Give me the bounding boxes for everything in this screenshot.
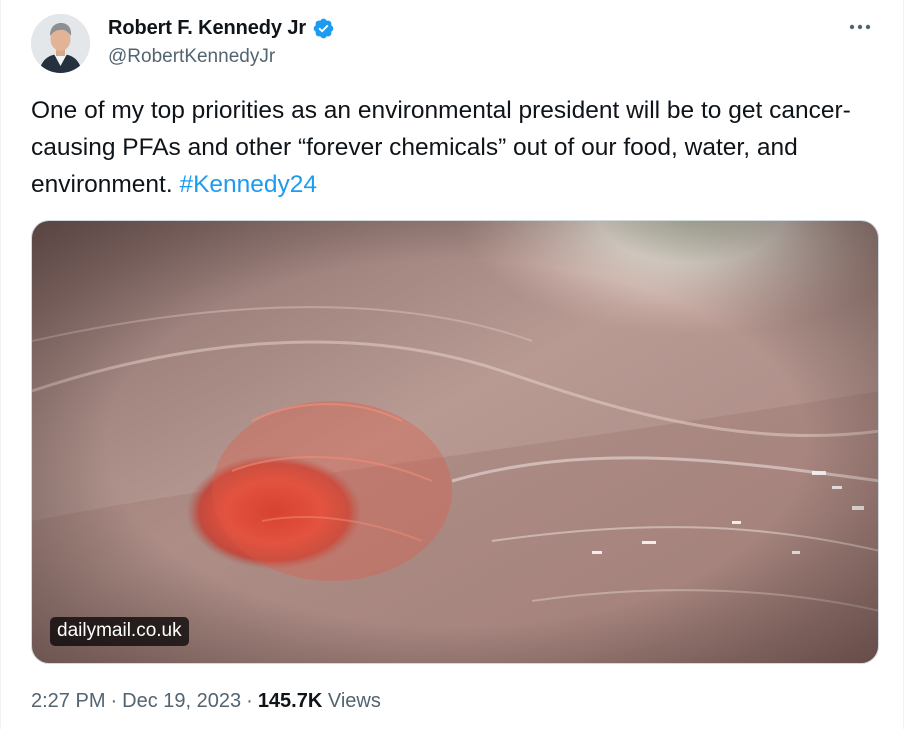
views-count: 145.7K [257,690,323,712]
media-image [32,221,878,663]
tweet-time[interactable]: 2:27 PM [31,690,105,712]
media-source-badge[interactable]: dailymail.co.uk [50,617,189,646]
author-display-name[interactable]: Robert F. Kennedy Jr [108,17,306,40]
avatar-image [31,14,90,73]
meta-separator: · [246,690,253,712]
more-options-button[interactable] [845,14,875,40]
tweet-body: One of my top priorities as an environme… [31,97,851,198]
avatar[interactable] [31,14,90,73]
hashtag-link[interactable]: #Kennedy24 [179,171,317,198]
verified-badge-icon[interactable] [312,17,335,40]
more-options-icon [849,24,871,30]
views-label: Views [327,690,381,712]
author-handle[interactable]: @RobertKennedyJr [108,46,275,68]
meta-separator: · [110,690,118,712]
author-name-row: Robert F. Kennedy Jr [108,14,335,42]
tweet-media-card[interactable]: dailymail.co.uk [31,220,879,664]
tweet-date[interactable]: Dec 19, 2023 [122,690,241,712]
tweet-text: One of my top priorities as an environme… [31,92,861,203]
tweet-metadata: 2:27 PM · Dec 19, 2023 · 145.7K Views [31,690,381,713]
tweet-card: Robert F. Kennedy Jr @RobertKennedyJr On… [0,0,904,729]
